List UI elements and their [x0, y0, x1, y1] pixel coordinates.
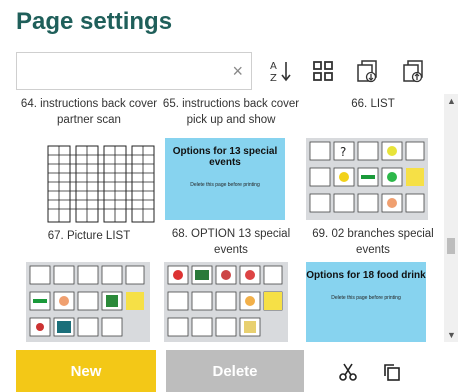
vertical-scrollbar[interactable]: ▲ ▼	[444, 94, 458, 342]
thumb-title: Options for 18 food drink	[306, 270, 426, 281]
thumb-title: Options for 13 special events	[172, 146, 278, 168]
page-item[interactable]: Options for 18 food drink Delete this pa…	[302, 262, 444, 342]
svg-text:A: A	[270, 61, 277, 72]
page-thumbnail: ?	[306, 138, 428, 220]
svg-text:?: ?	[340, 145, 346, 159]
scissors-icon[interactable]	[338, 362, 358, 382]
page-item[interactable]	[18, 262, 160, 342]
page-item[interactable]: 66. LIST	[302, 96, 444, 112]
page-item[interactable]	[160, 262, 302, 342]
page-label: 67. Picture LIST	[47, 230, 131, 242]
sort-az-icon[interactable]: A Z	[268, 58, 294, 84]
page-item[interactable]: 64. instructions back cover partner scan	[18, 96, 160, 128]
page-item[interactable]: ? 69. 02 branches special events	[302, 138, 444, 262]
import-page-icon[interactable]	[354, 58, 380, 84]
page-thumbnail	[46, 144, 158, 224]
page-item[interactable]: Options for 13 special events Delete thi…	[160, 138, 302, 262]
copy-icon[interactable]	[382, 362, 402, 382]
page-label: 64. instructions back cover partner scan	[20, 98, 158, 126]
thumb-note: Delete this page before printing	[331, 295, 401, 301]
scroll-down-icon[interactable]: ▼	[447, 330, 456, 340]
svg-text:Z: Z	[270, 73, 277, 84]
page-title: Page settings	[16, 8, 173, 35]
export-page-icon[interactable]	[400, 58, 426, 84]
page-label: 66. LIST	[351, 98, 395, 110]
page-label: 65. instructions back cover pick up and …	[162, 98, 300, 126]
page-label: 68. OPTION 13 special events	[171, 228, 291, 256]
page-item[interactable]: 65. instructions back cover pick up and …	[160, 96, 302, 128]
page-thumbnail	[26, 262, 150, 342]
thumb-note: Delete this page before printing	[190, 182, 260, 188]
page-thumbnail	[164, 262, 288, 342]
search-input[interactable]	[17, 53, 217, 89]
grid-icon[interactable]	[310, 58, 336, 84]
new-button[interactable]: New	[16, 350, 156, 392]
clear-search-icon[interactable]: ×	[232, 61, 243, 81]
page-item[interactable]: 67. Picture LIST	[18, 144, 160, 262]
scroll-up-icon[interactable]: ▲	[447, 96, 456, 106]
search-box[interactable]: ×	[16, 52, 252, 90]
page-thumbnail: Options for 13 special events Delete thi…	[165, 138, 285, 220]
page-label: 69. 02 branches special events	[312, 228, 434, 256]
scrollbar-thumb[interactable]	[447, 238, 455, 254]
page-thumbnail: Options for 18 food drink Delete this pa…	[306, 262, 426, 342]
page-list[interactable]: 64. instructions back cover partner scan…	[18, 94, 444, 342]
delete-button[interactable]: Delete	[166, 350, 304, 392]
